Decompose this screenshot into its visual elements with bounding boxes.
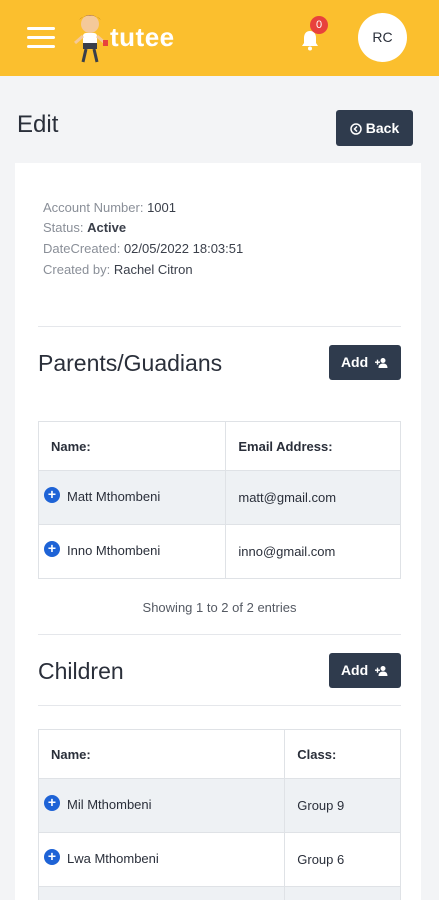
table-row[interactable]: + Matt Mthombeni matt@gmail.com <box>37 470 401 525</box>
divider <box>38 326 401 327</box>
table-entries-info: Showing 1 to 2 of 2 entries <box>142 600 297 615</box>
column-header-class[interactable]: Class: <box>284 729 401 779</box>
plus-circle-icon[interactable]: + <box>44 486 60 503</box>
account-number-row: Account Number: 1001 <box>43 200 176 215</box>
parent-email: inno@gmail.com <box>225 524 401 579</box>
child-name: Mil Mthombeni <box>67 797 152 813</box>
column-header-name[interactable]: Name: <box>37 729 286 779</box>
status-value: Active <box>87 220 127 235</box>
parent-email: matt@gmail.com <box>225 470 401 525</box>
account-number-label: Account Number: <box>43 200 144 215</box>
plus-circle-icon[interactable]: + <box>44 540 60 557</box>
back-circle-icon <box>350 123 362 136</box>
divider <box>38 634 401 635</box>
notification-badge: 0 <box>310 16 328 34</box>
created-by-value: Rachel Citron <box>113 262 193 277</box>
top-bar: tutee 0 RC <box>0 0 439 76</box>
children-section-title: Children <box>38 658 124 684</box>
account-number-value: 1001 <box>147 200 176 215</box>
status-row: Status: Active <box>43 220 126 235</box>
children-table: Name: Class: + Mil Mthombeni Group 9 + Lwa… <box>37 729 401 900</box>
add-child-button-label: Add <box>340 662 369 678</box>
logo[interactable]: tutee <box>70 10 180 68</box>
created-by-row: Created by: Rachel Citron <box>43 262 193 277</box>
table-row[interactable]: + Mil Mthombeni Group 9 <box>37 778 401 833</box>
parents-section-title: Parents/Guadians <box>38 350 223 376</box>
table-header-row: Name: Class: <box>37 729 401 779</box>
child-class: Group 6 <box>284 832 401 887</box>
logo-text: tutee <box>110 22 175 52</box>
date-created-row: DateCreated: 02/05/2022 18:03:51 <box>43 241 243 256</box>
parent-name: Inno Mthombeni <box>67 543 161 559</box>
add-user-icon <box>375 358 388 369</box>
created-by-label: Created by: <box>43 262 111 277</box>
status-label: Status: <box>43 220 84 235</box>
table-row[interactable]: + Lwa Mthombeni Group 6 <box>37 832 401 887</box>
column-header-name[interactable]: Name: <box>37 421 227 471</box>
date-created-label: DateCreated: <box>43 241 121 256</box>
add-parent-button[interactable]: Add <box>329 345 401 380</box>
add-user-icon <box>375 666 388 677</box>
page-title: Edit <box>17 111 59 138</box>
parent-name: Matt Mthombeni <box>67 489 161 505</box>
table-row[interactable]: + Inno Mthombeni inno@gmail.com <box>37 524 401 579</box>
date-created-value: 02/05/2022 18:03:51 <box>123 241 244 256</box>
child-name: Lwa Mthombeni <box>67 851 159 867</box>
parents-table: Name: Email Address: + Matt Mthombeni mat… <box>37 421 401 579</box>
child-class: Group 9 <box>284 778 401 833</box>
avatar[interactable]: RC <box>358 13 407 62</box>
column-header-email[interactable]: Email Address: <box>225 421 401 471</box>
plus-circle-icon[interactable]: + <box>44 848 60 865</box>
plus-circle-icon[interactable]: + <box>44 794 60 811</box>
divider <box>38 705 401 706</box>
back-button-label: Back <box>365 120 400 136</box>
add-child-button[interactable]: Add <box>329 653 401 688</box>
back-button[interactable]: Back <box>336 110 413 146</box>
logo-mascot-icon <box>74 15 108 63</box>
table-header-row: Name: Email Address: <box>37 421 401 471</box>
hamburger-menu-icon[interactable] <box>27 27 55 49</box>
add-parent-button-label: Add <box>340 354 369 370</box>
table-row[interactable]: + <box>37 886 401 900</box>
